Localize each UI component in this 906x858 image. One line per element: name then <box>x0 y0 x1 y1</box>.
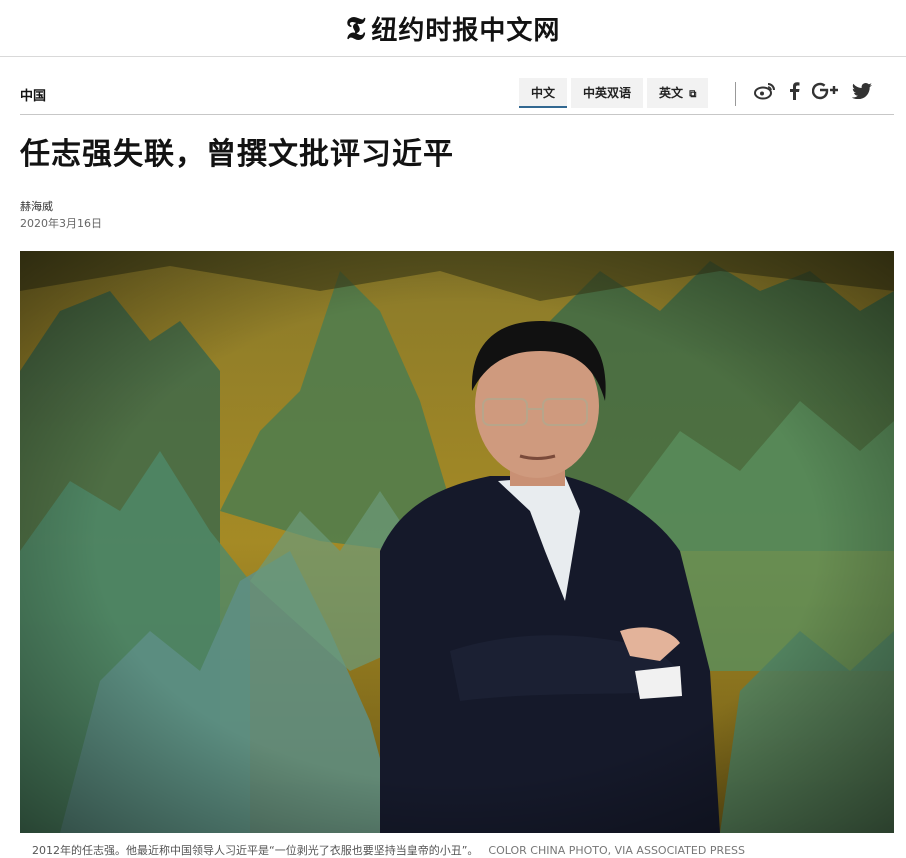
article-headline: 任志强失联，曾撰文批评习近平 <box>20 137 454 172</box>
article-toolbar: 中国 中文 中英双语 英文 ⧉ <box>20 78 894 115</box>
photo-credit: COLOR CHINA PHOTO, VIA ASSOCIATED PRESS <box>488 844 746 857</box>
article-byline[interactable]: 赫海威 <box>20 198 53 214</box>
tab-english-label: 英文 <box>659 86 684 100</box>
share-icons <box>754 82 884 100</box>
external-link-icon: ⧉ <box>689 89 697 100</box>
language-tabs: 中文 中英双语 英文 ⧉ <box>519 78 712 108</box>
caption-text: 2012年的任志强。他最近称中国领导人习近平是“一位剥光了衣服也要坚持当皇帝的小… <box>32 844 479 857</box>
section-label[interactable]: 中国 <box>20 85 46 104</box>
tab-chinese-label: 中文 <box>531 86 556 100</box>
nyt-logo-icon[interactable]: 𝕿 <box>346 12 366 44</box>
lead-photo <box>20 251 894 833</box>
masthead: 𝕿 纽约时报中文网 <box>0 0 906 57</box>
tab-english[interactable]: 英文 ⧉ <box>647 78 709 108</box>
tab-chinese[interactable]: 中文 <box>519 78 568 108</box>
article-date: 2020年3月16日 <box>20 217 102 230</box>
site-title[interactable]: 纽约时报中文网 <box>371 10 560 47</box>
tab-bilingual[interactable]: 中英双语 <box>571 78 644 108</box>
weibo-icon[interactable] <box>754 82 776 100</box>
tab-bilingual-label: 中英双语 <box>583 86 632 100</box>
google-plus-icon[interactable] <box>812 82 840 100</box>
toolbar-divider <box>735 82 736 106</box>
lead-photo-illustration <box>20 251 894 833</box>
facebook-icon[interactable] <box>788 82 800 100</box>
twitter-icon[interactable] <box>852 83 872 99</box>
photo-caption: 2012年的任志强。他最近称中国领导人习近平是“一位剥光了衣服也要坚持当皇帝的小… <box>32 842 745 858</box>
